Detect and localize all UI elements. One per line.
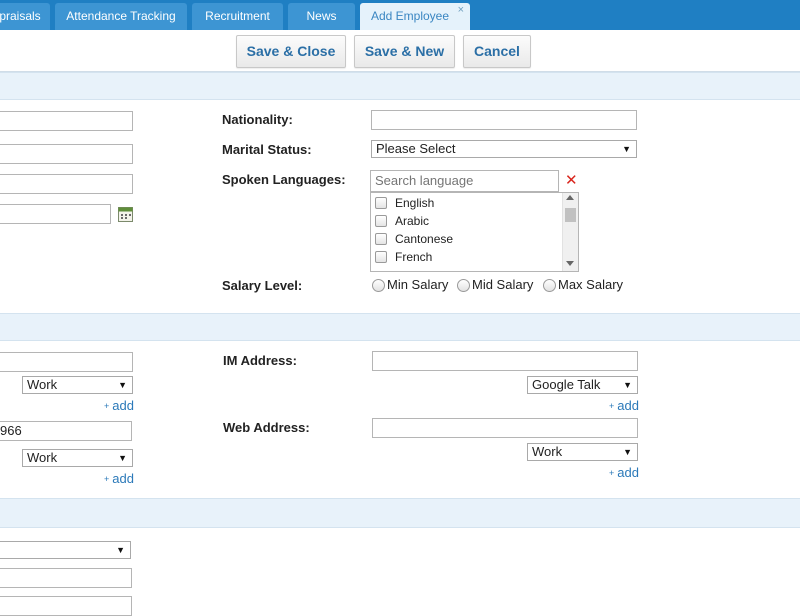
save-close-button[interactable]: Save & Close bbox=[236, 35, 346, 68]
chevron-down-icon: ▼ bbox=[623, 447, 632, 457]
contact-type-value: Work bbox=[27, 377, 58, 392]
web-type-value: Work bbox=[532, 444, 563, 459]
scroll-down-icon[interactable] bbox=[566, 261, 574, 266]
chevron-down-icon: ▼ bbox=[622, 144, 631, 154]
plus-icon: + bbox=[609, 468, 615, 478]
language-search-input[interactable] bbox=[370, 170, 559, 192]
tab-label: Recruitment bbox=[205, 9, 270, 23]
spoken-languages-label: Spoken Languages: bbox=[222, 172, 346, 187]
tab-label: praisals bbox=[0, 9, 41, 23]
personal-field-2[interactable] bbox=[0, 144, 133, 164]
scroll-up-icon[interactable] bbox=[566, 195, 574, 200]
close-tab-icon[interactable]: × bbox=[458, 0, 464, 23]
module-tab-bar: praisals Attendance Tracking Recruitment… bbox=[0, 0, 800, 30]
web-type-select[interactable]: Work ▼ bbox=[527, 443, 638, 461]
address-field-1[interactable] bbox=[0, 568, 132, 588]
tab-label: Attendance Tracking bbox=[66, 9, 176, 23]
nationality-input[interactable] bbox=[371, 110, 637, 130]
calendar-icon[interactable] bbox=[118, 207, 133, 222]
scroll-thumb[interactable] bbox=[565, 208, 576, 222]
salary-level-label: Salary Level: bbox=[222, 278, 303, 293]
radio-max-salary[interactable] bbox=[543, 279, 556, 292]
tab-recruitment[interactable]: Recruitment bbox=[192, 3, 283, 30]
marital-status-select[interactable]: Please Select ▼ bbox=[371, 140, 637, 158]
language-list[interactable]: English Arabic Cantonese French bbox=[370, 192, 579, 272]
tab-news[interactable]: News bbox=[288, 3, 355, 30]
chevron-down-icon: ▼ bbox=[116, 545, 125, 555]
chevron-down-icon: ▼ bbox=[118, 380, 127, 390]
checkbox[interactable] bbox=[375, 215, 387, 227]
plus-icon: + bbox=[609, 401, 615, 411]
personal-field-3[interactable] bbox=[0, 174, 133, 194]
marital-status-label: Marital Status: bbox=[222, 142, 312, 157]
chevron-down-icon: ▼ bbox=[118, 453, 127, 463]
web-address-input[interactable] bbox=[372, 418, 638, 438]
address-select[interactable]: ▼ bbox=[0, 541, 131, 559]
language-name: French bbox=[395, 250, 433, 264]
contact-type-select-1[interactable]: Work ▼ bbox=[22, 376, 133, 394]
add-contact-link-2[interactable]: + add bbox=[104, 471, 134, 486]
save-new-button[interactable]: Save & New bbox=[354, 35, 455, 68]
contact-type-select-2[interactable]: Work ▼ bbox=[22, 449, 133, 467]
plus-icon: + bbox=[104, 401, 110, 411]
tab-add-employee[interactable]: Add Employee × bbox=[360, 3, 470, 30]
radio-min-salary[interactable] bbox=[372, 279, 385, 292]
im-address-label: IM Address: bbox=[223, 353, 297, 368]
marital-status-value: Please Select bbox=[376, 141, 456, 156]
cancel-button[interactable]: Cancel bbox=[463, 35, 531, 68]
language-list-scrollbar[interactable] bbox=[562, 193, 578, 271]
web-address-label: Web Address: bbox=[223, 420, 310, 435]
add-contact-link-1[interactable]: + add bbox=[104, 398, 134, 413]
section-header-contact bbox=[0, 313, 800, 341]
im-type-select[interactable]: Google Talk ▼ bbox=[527, 376, 638, 394]
im-type-value: Google Talk bbox=[532, 377, 601, 392]
add-im-link[interactable]: + add bbox=[609, 398, 639, 413]
checkbox[interactable] bbox=[375, 197, 387, 209]
contact-field-2[interactable]: 966 bbox=[0, 421, 132, 441]
language-name: English bbox=[395, 196, 435, 210]
add-link-label: add bbox=[617, 465, 639, 480]
tab-label: News bbox=[306, 9, 337, 23]
nationality-label: Nationality: bbox=[222, 112, 293, 127]
checkbox[interactable] bbox=[375, 233, 387, 245]
language-name: Cantonese bbox=[395, 232, 454, 246]
tab-label: Add Employee bbox=[370, 9, 450, 23]
date-field[interactable] bbox=[0, 204, 111, 224]
tab-appraisals[interactable]: praisals bbox=[0, 3, 50, 30]
clear-icon[interactable]: ✕ bbox=[565, 171, 578, 189]
personal-field-1[interactable] bbox=[0, 111, 133, 131]
salary-option-label: Mid Salary bbox=[472, 277, 534, 292]
add-web-link[interactable]: + add bbox=[609, 465, 639, 480]
address-field-2[interactable] bbox=[0, 596, 132, 616]
contact-field-1[interactable] bbox=[0, 352, 133, 372]
section-header-address bbox=[0, 498, 800, 528]
plus-icon: + bbox=[104, 474, 110, 484]
im-address-input[interactable] bbox=[372, 351, 638, 371]
salary-option-label: Min Salary bbox=[387, 277, 449, 292]
add-link-label: add bbox=[112, 471, 134, 486]
salary-option-label: Max Salary bbox=[558, 277, 624, 292]
add-link-label: add bbox=[112, 398, 134, 413]
radio-mid-salary[interactable] bbox=[457, 279, 470, 292]
tab-attendance-tracking[interactable]: Attendance Tracking bbox=[55, 3, 187, 30]
section-header-personal bbox=[0, 72, 800, 100]
contact-type-value: Work bbox=[27, 450, 58, 465]
language-name: Arabic bbox=[395, 214, 430, 228]
add-link-label: add bbox=[617, 398, 639, 413]
chevron-down-icon: ▼ bbox=[623, 380, 632, 390]
checkbox[interactable] bbox=[375, 251, 387, 263]
